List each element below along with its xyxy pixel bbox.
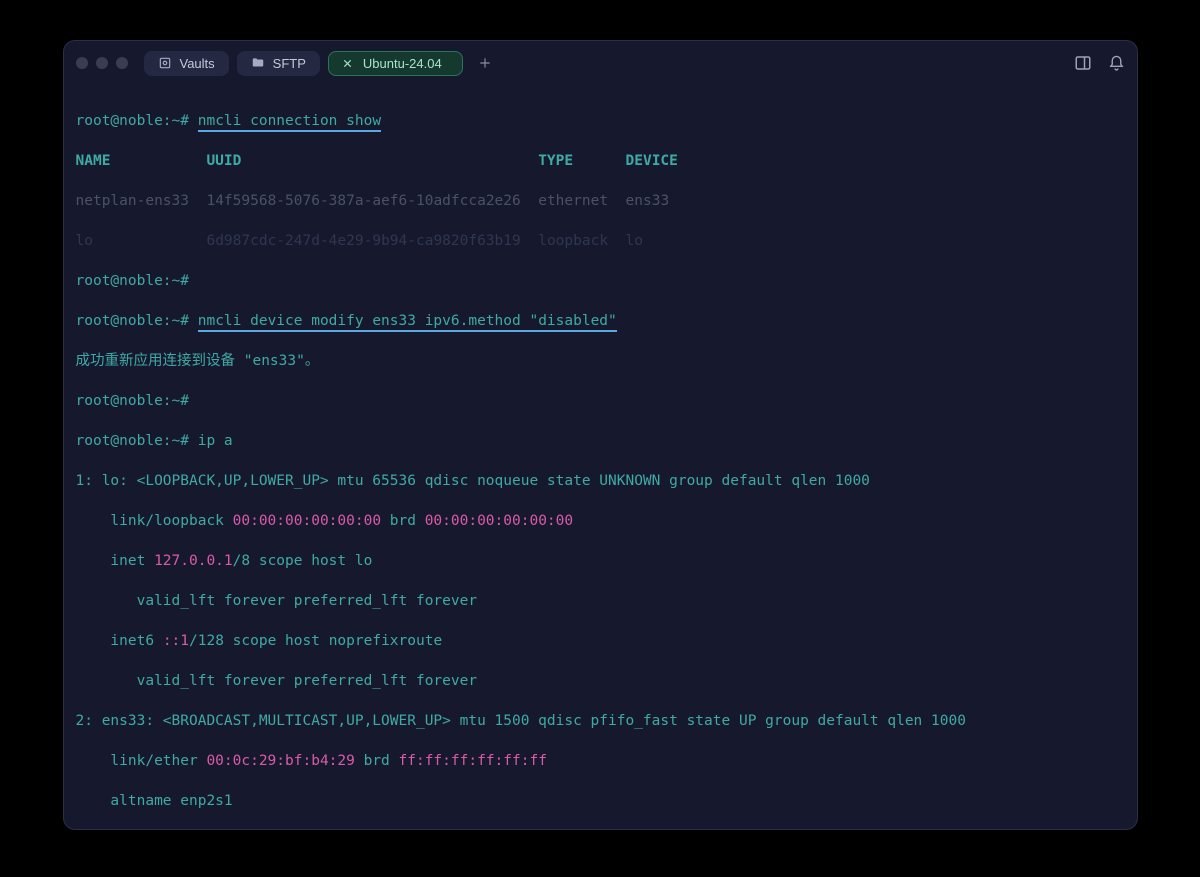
conn-name: lo [76, 233, 93, 249]
titlebar-right-icons [1074, 54, 1125, 72]
ip-output: link/ether [76, 753, 207, 769]
ip-output: brd [381, 513, 425, 529]
add-tab-button[interactable] [471, 49, 499, 77]
conn-uuid: 14f59568-5076-387a-aef6-10adfcca2e26 [206, 193, 520, 209]
tab-label: Ubuntu-24.04 [363, 56, 442, 71]
col-type: TYPE [538, 153, 573, 169]
mac-address: 00:00:00:00:00:00 [425, 513, 573, 529]
prompt: root@noble:~# [76, 313, 190, 329]
command-ip-a: ip a [198, 433, 233, 449]
col-uuid: UUID [206, 153, 241, 169]
tab-label: Vaults [180, 56, 215, 71]
maximize-window-button[interactable] [116, 57, 128, 69]
tab-vaults[interactable]: Vaults [144, 51, 229, 76]
ip-output: valid_lft forever preferred_lft forever [76, 671, 1125, 691]
vault-icon [158, 56, 172, 70]
mac-address: 00:00:00:00:00:00 [233, 513, 381, 529]
terminal-output[interactable]: root@noble:~# nmcli connection show NAME… [64, 85, 1137, 829]
mac-address: 00:0c:29:bf:b4:29 [206, 753, 354, 769]
conn-type: ethernet [538, 193, 608, 209]
prompt: root@noble:~# [76, 393, 190, 409]
conn-uuid: 6d987cdc-247d-4e29-9b94-ca9820f63b19 [206, 233, 520, 249]
ip-output: 1: lo: <LOOPBACK,UP,LOWER_UP> mtu 65536 … [76, 471, 1125, 491]
ip-output: inet6 [76, 633, 163, 649]
ip-output: brd [355, 753, 399, 769]
window-controls [76, 57, 128, 69]
conn-device: ens33 [626, 193, 670, 209]
col-device: DEVICE [626, 153, 678, 169]
prompt: root@noble:~# [76, 273, 190, 289]
success-message: 成功重新应用连接到设备 "ens33"。 [76, 351, 1125, 371]
folder-icon [251, 56, 265, 70]
col-name: NAME [76, 153, 111, 169]
ipv6-address: ::1 [163, 633, 189, 649]
tab-sftp[interactable]: SFTP [237, 51, 320, 76]
ip-output: altname enp2s1 [76, 791, 1125, 811]
ip-address: 127.0.0.1 [154, 553, 233, 569]
conn-device: lo [626, 233, 643, 249]
mac-address: ff:ff:ff:ff:ff:ff [399, 753, 547, 769]
titlebar: Vaults SFTP Ubuntu-24.04 [64, 41, 1137, 85]
terminal-window: Vaults SFTP Ubuntu-24.04 root@no [63, 40, 1138, 830]
conn-type: loopback [538, 233, 608, 249]
close-window-button[interactable] [76, 57, 88, 69]
ip-output: /8 scope host lo [233, 553, 373, 569]
ip-output: 2: ens33: <BROADCAST,MULTICAST,UP,LOWER_… [76, 711, 1125, 731]
ip-output: link/loopback [76, 513, 233, 529]
bell-icon[interactable] [1108, 55, 1125, 72]
close-tab-icon[interactable] [341, 56, 355, 70]
ip-output: valid_lft forever preferred_lft forever [76, 591, 1125, 611]
prompt: root@noble:~# [76, 113, 190, 129]
command-nmcli-modify: nmcli device modify ens33 ipv6.method "d… [198, 313, 617, 332]
ip-output: /128 scope host noprefixroute [189, 633, 442, 649]
panel-toggle-icon[interactable] [1074, 54, 1092, 72]
tab-label: SFTP [273, 56, 306, 71]
tab-ubuntu[interactable]: Ubuntu-24.04 [328, 51, 463, 76]
conn-name: netplan-ens33 [76, 193, 190, 209]
prompt: root@noble:~# [76, 433, 190, 449]
command-nmcli-show: nmcli connection show [198, 113, 381, 132]
ip-output: inet [76, 553, 155, 569]
minimize-window-button[interactable] [96, 57, 108, 69]
